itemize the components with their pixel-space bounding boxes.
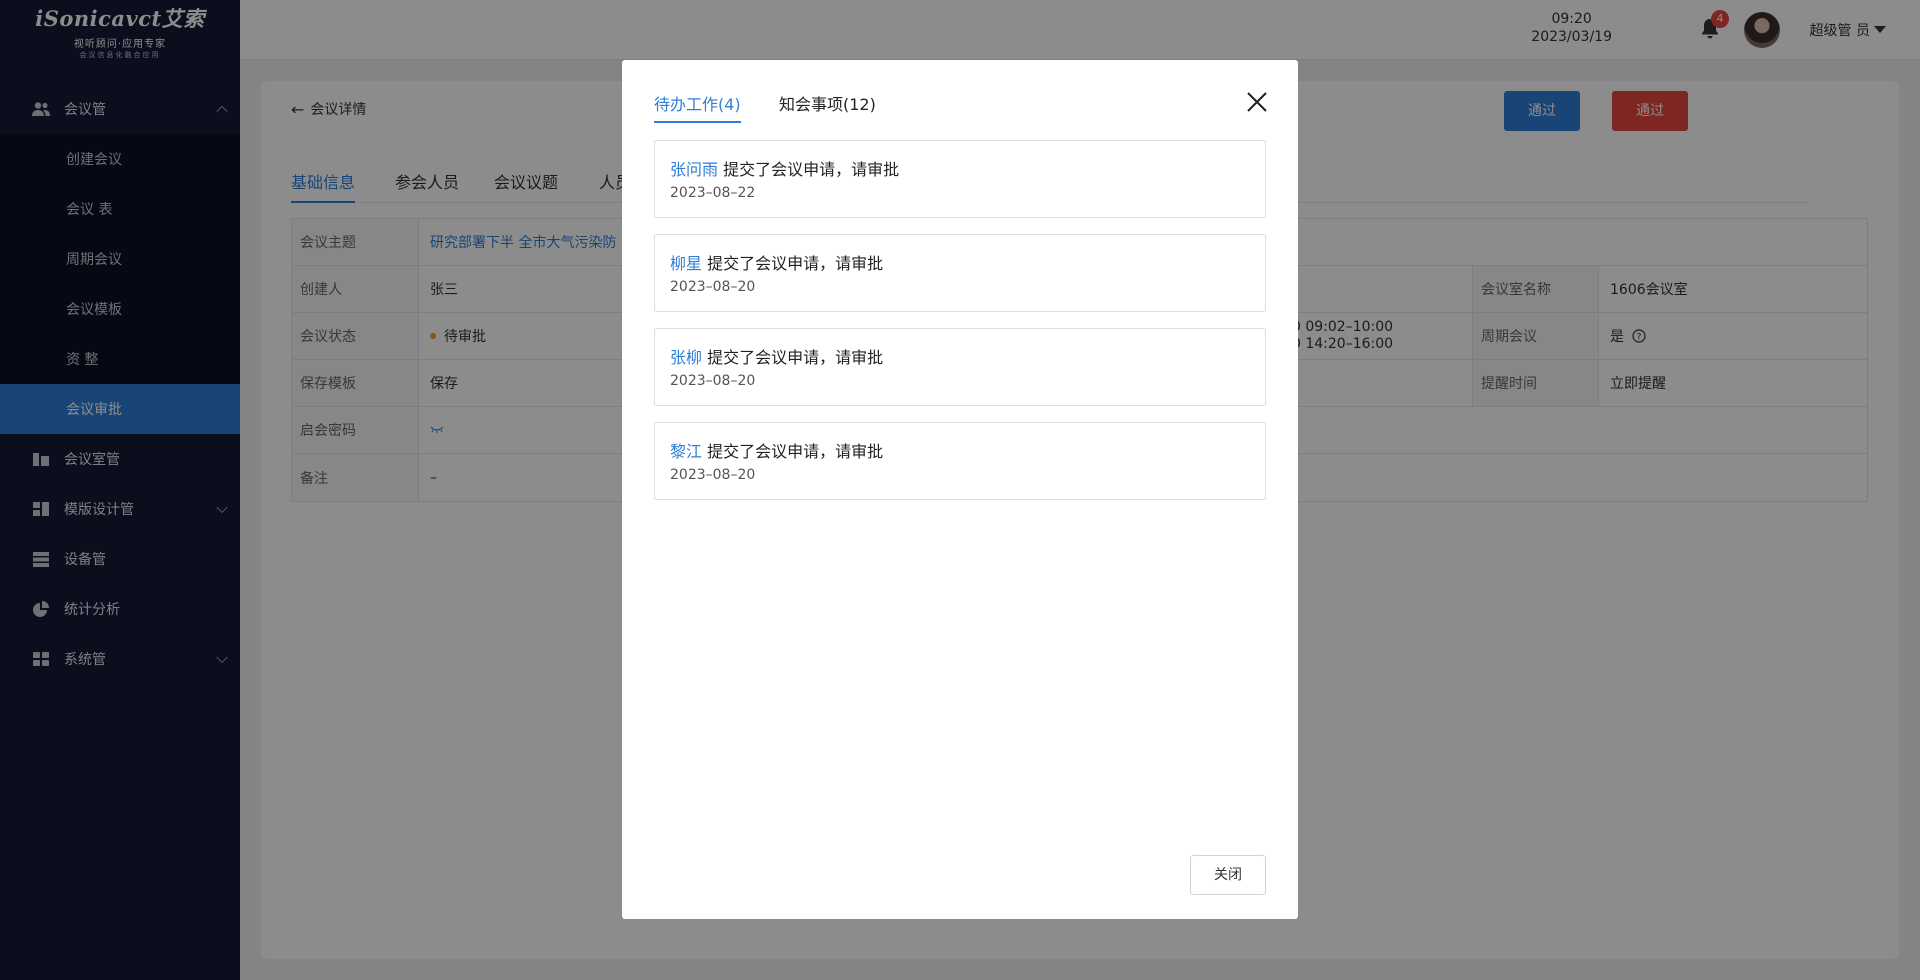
list-item-date: 2023–08–20 xyxy=(670,467,756,483)
list-item[interactable]: 张柳 提交了会议申请，请审批 2023–08–20 xyxy=(654,328,1266,406)
list-item[interactable]: 黎江 提交了会议申请，请审批 2023–08–20 xyxy=(654,422,1266,500)
tab-notices[interactable]: 知会事项(12) xyxy=(779,91,876,123)
list-item[interactable]: 柳星 提交了会议申请，请审批 2023–08–20 xyxy=(654,234,1266,312)
list-item-message: 提交了会议申请，请审批 xyxy=(707,348,884,367)
list-item-date: 2023–08–20 xyxy=(670,279,756,295)
list-item-message: 提交了会议申请，请审批 xyxy=(707,254,884,273)
list-item-text: 张问雨 提交了会议申请，请审批 xyxy=(670,156,899,180)
todo-modal: 待办工作(4) 知会事项(12) 张问雨 提交了会议申请，请审批 2023–08… xyxy=(622,60,1298,919)
list-item-message: 提交了会议申请，请审批 xyxy=(707,442,884,461)
list-item-text: 黎江 提交了会议申请，请审批 xyxy=(670,438,883,462)
applicant-name[interactable]: 张问雨 xyxy=(670,160,718,179)
close-icon[interactable] xyxy=(1246,91,1268,113)
applicant-name[interactable]: 张柳 xyxy=(670,348,702,367)
list-item-message: 提交了会议申请，请审批 xyxy=(723,160,900,179)
list-item[interactable]: 张问雨 提交了会议申请，请审批 2023–08–22 xyxy=(654,140,1266,218)
applicant-name[interactable]: 柳星 xyxy=(670,254,702,273)
list-item-date: 2023–08–22 xyxy=(670,185,756,201)
applicant-name[interactable]: 黎江 xyxy=(670,442,702,461)
close-button[interactable]: 关闭 xyxy=(1190,855,1266,895)
list-item-text: 张柳 提交了会议申请，请审批 xyxy=(670,344,883,368)
tab-todo[interactable]: 待办工作(4) xyxy=(654,91,741,123)
list-item-date: 2023–08–20 xyxy=(670,373,756,389)
list-item-text: 柳星 提交了会议申请，请审批 xyxy=(670,250,883,274)
